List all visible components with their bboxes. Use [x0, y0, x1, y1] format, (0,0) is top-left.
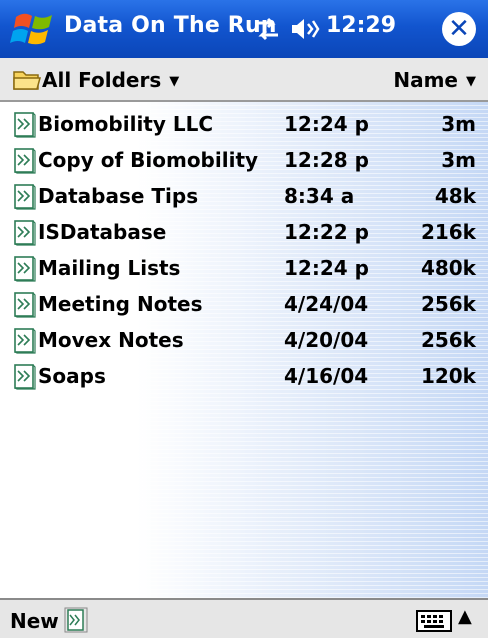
file-list: Biomobility LLC 12:24 p 3m Copy of Biomo…: [0, 102, 488, 598]
caret-down-icon: ▼: [466, 74, 476, 89]
folder-dropdown[interactable]: All Folders ▼: [42, 68, 179, 92]
file-name: Meeting Notes: [38, 292, 203, 316]
connectivity-icon[interactable]: [254, 16, 280, 42]
file-size: 3m: [441, 148, 476, 172]
list-item[interactable]: Copy of Biomobility 12:28 p 3m: [0, 142, 488, 178]
list-item[interactable]: Mailing Lists 12:24 p 480k: [0, 250, 488, 286]
database-document-icon: [14, 184, 36, 210]
speaker-icon[interactable]: [290, 15, 320, 43]
sip-up-arrow-icon[interactable]: ▲: [458, 606, 472, 627]
close-icon[interactable]: ✕: [442, 12, 476, 46]
sort-dropdown[interactable]: Name ▼: [393, 68, 476, 92]
folder-bar: All Folders ▼ Name ▼: [0, 58, 488, 102]
folder-icon: [13, 71, 41, 90]
file-date: 12:28 p: [284, 148, 369, 172]
file-date: 12:22 p: [284, 220, 369, 244]
file-name: Database Tips: [38, 184, 199, 208]
file-date: 4/16/04: [284, 364, 369, 388]
list-item[interactable]: Database Tips 8:34 a 48k: [0, 178, 488, 214]
sort-dropdown-label: Name: [393, 68, 458, 92]
folder-dropdown-label: All Folders: [42, 68, 162, 92]
file-date: 4/20/04: [284, 328, 369, 352]
app-title: Data On The Run: [64, 13, 277, 38]
database-document-icon: [14, 112, 36, 138]
database-document-icon: [14, 256, 36, 282]
database-document-icon: [14, 292, 36, 318]
database-document-icon: [14, 220, 36, 246]
file-size: 48k: [434, 184, 476, 208]
file-date: 4/24/04: [284, 292, 369, 316]
keyboard-icon[interactable]: [416, 610, 452, 632]
database-document-icon: [14, 328, 36, 354]
list-item[interactable]: Movex Notes 4/20/04 256k: [0, 322, 488, 358]
database-document-icon: [14, 364, 36, 390]
file-name: Copy of Biomobility: [38, 148, 259, 172]
file-size: 480k: [420, 256, 476, 280]
file-date: 12:24 p: [284, 256, 369, 280]
file-size: 216k: [420, 220, 476, 244]
title-bar: Data On The Run 12:29 ✕: [0, 0, 488, 58]
command-bar: New ▲: [0, 598, 488, 638]
windows-start-icon[interactable]: [10, 9, 58, 49]
file-date: 8:34 a: [284, 184, 355, 208]
list-item[interactable]: ISDatabase 12:22 p 216k: [0, 214, 488, 250]
file-size: 256k: [420, 328, 476, 352]
file-name: ISDatabase: [38, 220, 167, 244]
file-name: Mailing Lists: [38, 256, 181, 280]
clock[interactable]: 12:29: [326, 13, 396, 38]
file-size: 120k: [420, 364, 476, 388]
file-size: 256k: [420, 292, 476, 316]
list-item[interactable]: Soaps 4/16/04 120k: [0, 358, 488, 394]
file-date: 12:24 p: [284, 112, 369, 136]
file-name: Movex Notes: [38, 328, 184, 352]
list-item[interactable]: Biomobility LLC 12:24 p 3m: [0, 106, 488, 142]
caret-down-icon: ▼: [169, 74, 180, 89]
file-size: 3m: [441, 112, 476, 136]
file-name: Biomobility LLC: [38, 112, 214, 136]
new-button[interactable]: New: [10, 609, 59, 633]
database-document-icon: [14, 148, 36, 174]
list-item[interactable]: Meeting Notes 4/24/04 256k: [0, 286, 488, 322]
file-name: Soaps: [38, 364, 106, 388]
database-document-icon[interactable]: [64, 607, 88, 633]
